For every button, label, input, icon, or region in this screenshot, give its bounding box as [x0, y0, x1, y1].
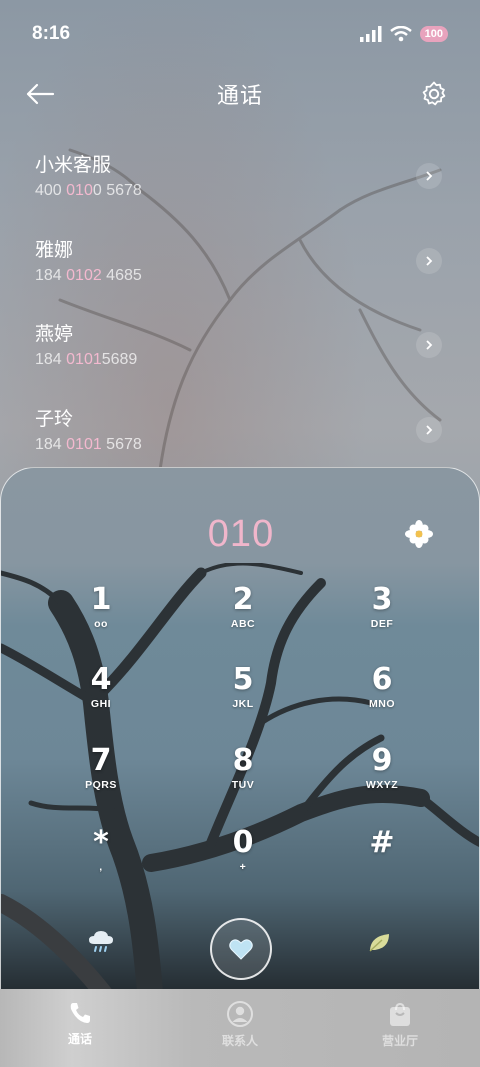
contact-item[interactable]: 燕婷 184 01015689: [0, 309, 480, 394]
contact-item[interactable]: 子玲 184 0101 5678: [0, 394, 480, 479]
wifi-icon: [389, 26, 412, 42]
key-star[interactable]: *,: [46, 826, 156, 896]
tab-contacts[interactable]: 联系人: [160, 989, 320, 1067]
bottom-tab-bar: 通话 联系人 营业厅: [0, 989, 480, 1067]
status-time: 8:16: [32, 23, 71, 44]
cloud-rain-icon[interactable]: [87, 930, 115, 954]
dialer-panel: 010 1 ᴏᴏ 2 ABC 3 DEF 4 GHI 5 JKL 6 MNO 7 PQRS 8…: [0, 467, 480, 997]
contact-number: 184 01015689: [35, 351, 138, 368]
bag-icon: [390, 1002, 410, 1026]
chevron-right-icon: [426, 171, 433, 181]
contact-name: 雅娜: [35, 238, 74, 261]
key-1[interactable]: 1 ᴏᴏ: [46, 583, 156, 653]
header: 通话: [0, 68, 480, 120]
flower-icon[interactable]: [405, 520, 433, 548]
contact-detail-button[interactable]: [416, 416, 442, 443]
key-hash[interactable]: #: [327, 826, 437, 896]
page-title: 通话: [216, 84, 263, 109]
chevron-right-icon: [426, 340, 433, 350]
contact-suggestions: 小米客服 400 0100 5678 雅娜 184 0102 4685 燕婷 1…: [0, 140, 480, 478]
tab-label: 营业厅: [381, 1034, 418, 1048]
phone-icon: [70, 1003, 90, 1023]
tab-label: 联系人: [221, 1034, 258, 1048]
tab-calls[interactable]: 通话: [0, 989, 160, 1067]
contact-detail-button[interactable]: [416, 247, 442, 274]
contact-number: 400 0100 5678: [35, 182, 142, 199]
key-6[interactable]: 6 MNO: [327, 663, 437, 733]
contact-item[interactable]: 小米客服 400 0100 5678: [0, 140, 480, 225]
contact-item[interactable]: 雅娜 184 0102 4685: [0, 225, 480, 310]
status-bar: 8:16 100: [0, 0, 480, 68]
call-button[interactable]: [210, 918, 272, 980]
heart-icon: [229, 939, 253, 960]
status-icons: 100: [359, 26, 448, 42]
dialer-actions: [1, 918, 479, 988]
key-7[interactable]: 7 PQRS: [46, 744, 156, 814]
tab-store[interactable]: 营业厅: [320, 989, 480, 1067]
person-icon: [227, 1001, 253, 1027]
contact-name: 小米客服: [35, 154, 112, 176]
key-8[interactable]: 8 TUV: [188, 744, 298, 814]
signal-icon: [359, 26, 382, 42]
chevron-right-icon: [426, 424, 433, 435]
key-2[interactable]: 2 ABC: [188, 583, 298, 653]
contact-number: 184 0102 4685: [35, 266, 142, 284]
key-4[interactable]: 4 GHI: [46, 663, 156, 733]
key-5[interactable]: 5 JKL: [188, 663, 298, 733]
battery-indicator: 100: [419, 26, 448, 42]
leaf-icon[interactable]: [367, 930, 393, 954]
contact-number: 184 0101 5678: [35, 435, 142, 453]
tab-label: 通话: [67, 1032, 92, 1046]
contact-name: 子玲: [35, 407, 74, 430]
contact-detail-button[interactable]: [416, 332, 442, 358]
back-arrow-icon[interactable]: [24, 80, 56, 108]
key-3[interactable]: 3 DEF: [327, 583, 437, 653]
key-0[interactable]: 0 +: [188, 826, 298, 896]
gear-icon[interactable]: [420, 80, 448, 108]
key-9[interactable]: 9 WXYZ: [327, 744, 437, 814]
chevron-right-icon: [426, 255, 433, 266]
contact-detail-button[interactable]: [416, 163, 442, 189]
contact-name: 燕婷: [35, 323, 74, 345]
